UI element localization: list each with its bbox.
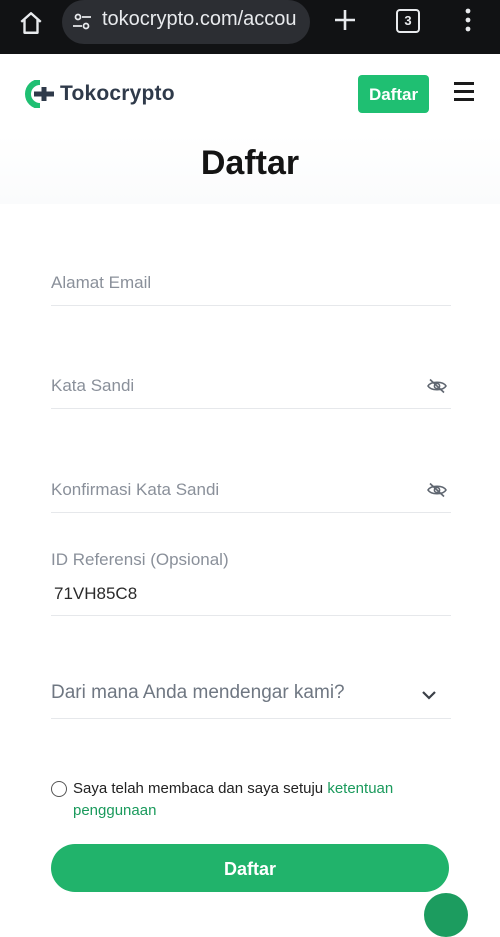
password-field[interactable]: Kata Sandi xyxy=(51,365,451,409)
terms-text: Saya telah membaca dan saya setuju keten… xyxy=(73,778,453,822)
tokocrypto-logo-icon xyxy=(25,80,54,108)
email-field[interactable]: Alamat Email xyxy=(51,262,451,306)
confirm-password-placeholder: Konfirmasi Kata Sandi xyxy=(51,480,220,499)
more-vert-icon[interactable] xyxy=(462,8,474,32)
submit-signup-button[interactable]: Daftar xyxy=(51,844,449,892)
page-title: Daftar xyxy=(200,144,300,182)
terms-statement: Saya telah membaca dan saya setuju xyxy=(73,780,328,797)
referral-label: ID Referensi (Opsional) xyxy=(51,550,229,569)
brand-logo[interactable]: Tokocrypto xyxy=(24,78,175,112)
referral-field[interactable]: 71VH85C8 xyxy=(51,572,451,616)
plus-icon[interactable] xyxy=(333,8,357,32)
email-placeholder: Alamat Email xyxy=(51,273,152,292)
hamburger-icon[interactable] xyxy=(454,82,476,104)
password-placeholder: Kata Sandi xyxy=(51,376,135,395)
home-icon[interactable] xyxy=(18,10,44,36)
header-signup-button[interactable]: Daftar xyxy=(358,75,429,113)
brand-name: Tokocrypto xyxy=(60,82,175,105)
address-bar[interactable]: tokocrypto.com/accou xyxy=(62,0,310,44)
site-header: Tokocrypto Daftar xyxy=(0,54,500,134)
browser-toolbar: tokocrypto.com/accou 3 xyxy=(0,0,500,54)
eye-off-icon[interactable] xyxy=(427,482,447,498)
source-select-value: Dari mana Anda mendengar kami? xyxy=(51,682,345,703)
chevron-down-icon xyxy=(422,691,436,700)
confirm-password-field[interactable]: Konfirmasi Kata Sandi xyxy=(51,469,451,513)
eye-off-icon[interactable] xyxy=(427,378,447,394)
site-settings-icon[interactable] xyxy=(72,12,92,32)
url-text: tokocrypto.com/accou xyxy=(102,8,297,30)
terms-checkbox[interactable] xyxy=(51,781,67,797)
tabs-count-button[interactable]: 3 xyxy=(396,9,420,33)
referral-value: 71VH85C8 xyxy=(54,584,138,603)
